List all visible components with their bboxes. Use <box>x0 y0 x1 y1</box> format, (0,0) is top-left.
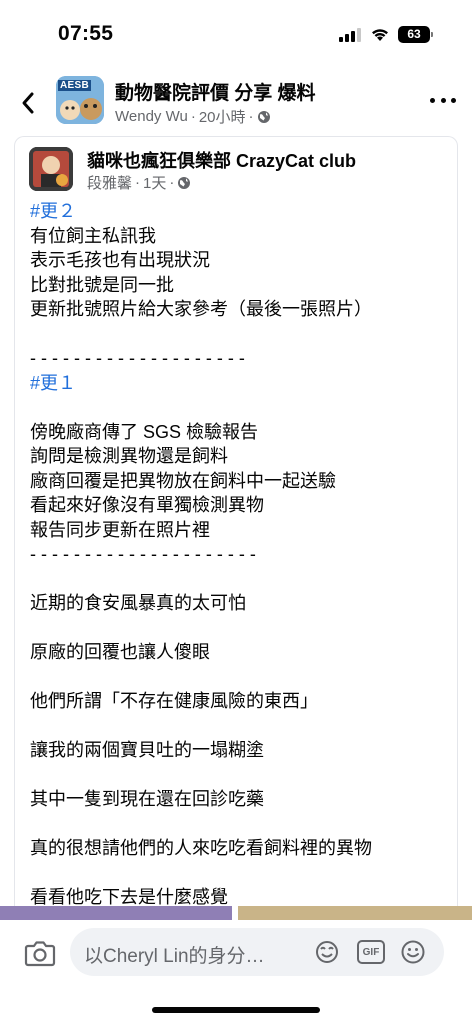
post-photo[interactable] <box>0 906 232 920</box>
home-indicator <box>152 1007 320 1013</box>
post-photo[interactable] <box>238 906 472 920</box>
globe-icon <box>257 110 270 123</box>
post-text-line: 真的很想請他們的人來吃吃看飼料裡的異物 <box>30 838 372 858</box>
page-avatar[interactable] <box>29 147 73 191</box>
cellular-signal-icon <box>339 28 361 42</box>
avatar-sticker-icon <box>316 941 338 963</box>
post-text-line: 有位飼主私訊我 <box>30 225 156 246</box>
comment-input[interactable]: 以Cheryl Lin的身分… GIF <box>70 928 444 976</box>
post-author[interactable]: 貓咪也瘋狂俱樂部 CrazyCat club <box>87 147 356 173</box>
post-text-line: 其中一隻到現在還在回診吃藥 <box>30 789 264 809</box>
post-text-line: 表示毛孩也有出現狀況 <box>30 250 210 270</box>
hashtag-link[interactable]: #更２ <box>30 199 450 224</box>
post-text-line: 報告同步更新在照片裡 <box>30 519 210 540</box>
group-header: AESB 動物醫院評價 分享 爆料 Wendy Wu · 20小時 · <box>0 70 472 136</box>
separator-dot: · <box>169 174 175 191</box>
status-bar: 07:55 63 <box>0 0 472 70</box>
poster-name[interactable]: Wendy Wu <box>115 108 188 125</box>
camera-icon <box>24 941 56 967</box>
group-meta: Wendy Wu · 20小時 · <box>115 106 271 127</box>
separator-dot: · <box>248 108 254 125</box>
group-badge: AESB <box>58 80 91 91</box>
back-button[interactable] <box>14 88 42 118</box>
group-avatar[interactable]: AESB <box>56 76 104 124</box>
gif-button[interactable]: GIF <box>357 940 385 964</box>
meta-separator: · <box>190 108 196 125</box>
post-text-line: 傍晚廠商傳了 SGS 檢驗報告 <box>30 421 259 442</box>
status-time: 07:55 <box>58 22 114 45</box>
post-text-line: - - - - - - - - - - - - - - - - - - - - <box>30 348 245 368</box>
hashtag-link[interactable]: #更１ <box>30 371 450 396</box>
post-text-line: 更新批號照片給大家參考（最後一張照片） <box>30 299 372 319</box>
post-text-line: 看起來好像沒有單獨檢測異物 <box>30 495 264 515</box>
emoji-icon <box>401 940 425 964</box>
post-meta: 段雅馨 · 1天 · <box>87 172 191 193</box>
post-text-line: 他們所謂「不存在健康風險的東西」 <box>30 691 318 711</box>
post-text-line: 讓我的兩個寶貝吐的一塌糊塗 <box>30 740 264 760</box>
dot-icon <box>430 97 435 103</box>
globe-icon <box>178 176 191 189</box>
post-text-line: 廠商回覆是把異物放在飼料中一起送驗 <box>30 470 336 491</box>
photo-strip <box>0 906 472 920</box>
battery-icon: 63 <box>398 26 433 43</box>
group-title[interactable]: 動物醫院評價 分享 爆料 <box>115 78 316 105</box>
camera-button[interactable] <box>24 938 56 968</box>
post-body: #更２ 有位飼主私訊我表示毛孩也有出現狀況 比對批號是同一批更新批號照片給大家參考（… <box>30 199 450 910</box>
comment-bar: 以Cheryl Lin的身分… GIF <box>0 920 472 1024</box>
shared-post-card: 貓咪也瘋狂俱樂部 CrazyCat club 段雅馨 · 1天 · #更２ 有位飼… <box>14 136 458 910</box>
post-text-line: 原廠的回覆也讓人傻眼 <box>30 642 210 662</box>
avatar-sticker-button[interactable] <box>314 940 340 964</box>
post-text-line: - - - - - - - - - - - - - - - - - - - - … <box>30 544 256 564</box>
comment-placeholder: 以Cheryl Lin的身分… <box>84 946 265 967</box>
dot-icon <box>451 97 456 103</box>
wifi-icon <box>370 26 390 42</box>
dot-icon <box>440 97 446 103</box>
post-text-line: 近期的食安風暴真的太可怕 <box>30 593 246 613</box>
post-text-line: 詢問是檢測異物還是飼料 <box>30 446 228 466</box>
post-text-line: 比對批號是同一批 <box>30 274 174 295</box>
post-time: 1天 <box>143 175 167 192</box>
chevron-left-icon <box>22 92 34 114</box>
post-meta-name[interactable]: 段雅馨 <box>87 172 132 193</box>
page-photo <box>29 147 73 191</box>
time-ago: 20小時 <box>198 109 246 126</box>
more-options-button[interactable] <box>430 90 456 110</box>
emoji-button[interactable] <box>400 940 426 964</box>
meta-separator: · <box>135 174 141 191</box>
